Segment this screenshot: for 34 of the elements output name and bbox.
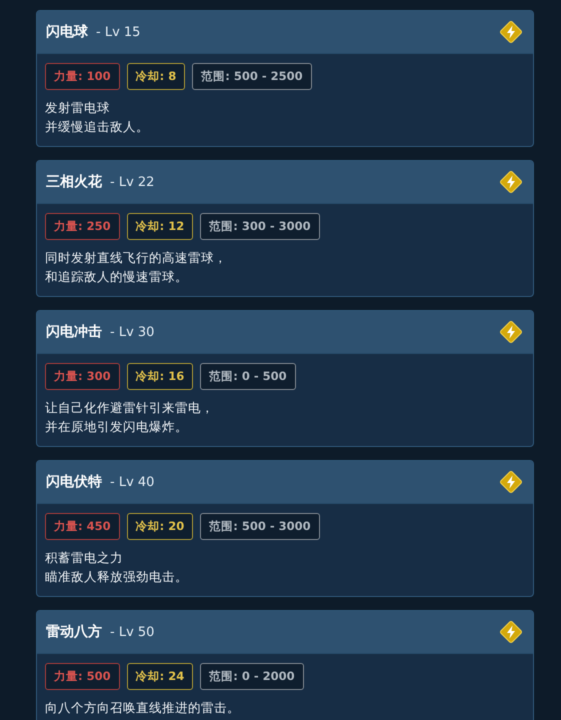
skill-level: - Lv 22 [110,174,156,190]
skill-name: 闪电冲击 [46,323,102,341]
description-line: 积蓄雷电之力 [45,549,124,567]
skill-name: 雷动八方 [46,623,102,641]
stat-tag: 力量: 100 [45,63,120,90]
stat-tag: 冷却: 12 [126,213,194,240]
stat-tag: 范围: 0 - 2000 [200,663,304,690]
skill-name: 三相火花 [46,173,102,191]
description-line: 让自己化作避雷针引来雷电， [45,399,215,417]
skill-level: - Lv 30 [110,324,156,340]
skill-level: - Lv 15 [96,24,142,40]
stat-tag: 冷却: 24 [126,663,194,690]
stat-tag: 范围: 500 - 2500 [192,63,312,90]
stat-tag: 冷却: 8 [126,63,186,90]
stat-tag: 力量: 450 [45,513,120,540]
description-line: 同时发射直线飞行的高速雷球， [45,249,228,267]
skill-name: 闪电球 [46,23,88,41]
stat-tag: 冷却: 20 [126,513,194,540]
stat-tag: 力量: 250 [45,213,120,240]
stat-tag: 力量: 300 [45,363,120,390]
skill-level: - Lv 40 [110,474,156,490]
skill-name: 闪电伏特 [46,473,102,491]
stat-tag: 范围: 0 - 500 [200,363,296,390]
stat-tag: 力量: 500 [45,663,120,690]
stat-tag: 范围: 300 - 3000 [200,213,320,240]
description-line: 瞄准敌人释放强劲电击。 [45,568,189,586]
stat-tag: 冷却: 16 [126,363,194,390]
skill-level: - Lv 50 [110,624,156,640]
description-line: 并在原地引发闪电爆炸。 [45,418,189,436]
description-line: 发射雷电球 [45,99,111,117]
description-line: 向八个方向召唤直线推进的雷击。 [45,699,241,717]
description-line: 和追踪敌人的慢速雷球。 [45,268,189,286]
description-line: 并缓慢追击敌人。 [45,118,150,136]
stat-tag: 范围: 500 - 3000 [200,513,320,540]
